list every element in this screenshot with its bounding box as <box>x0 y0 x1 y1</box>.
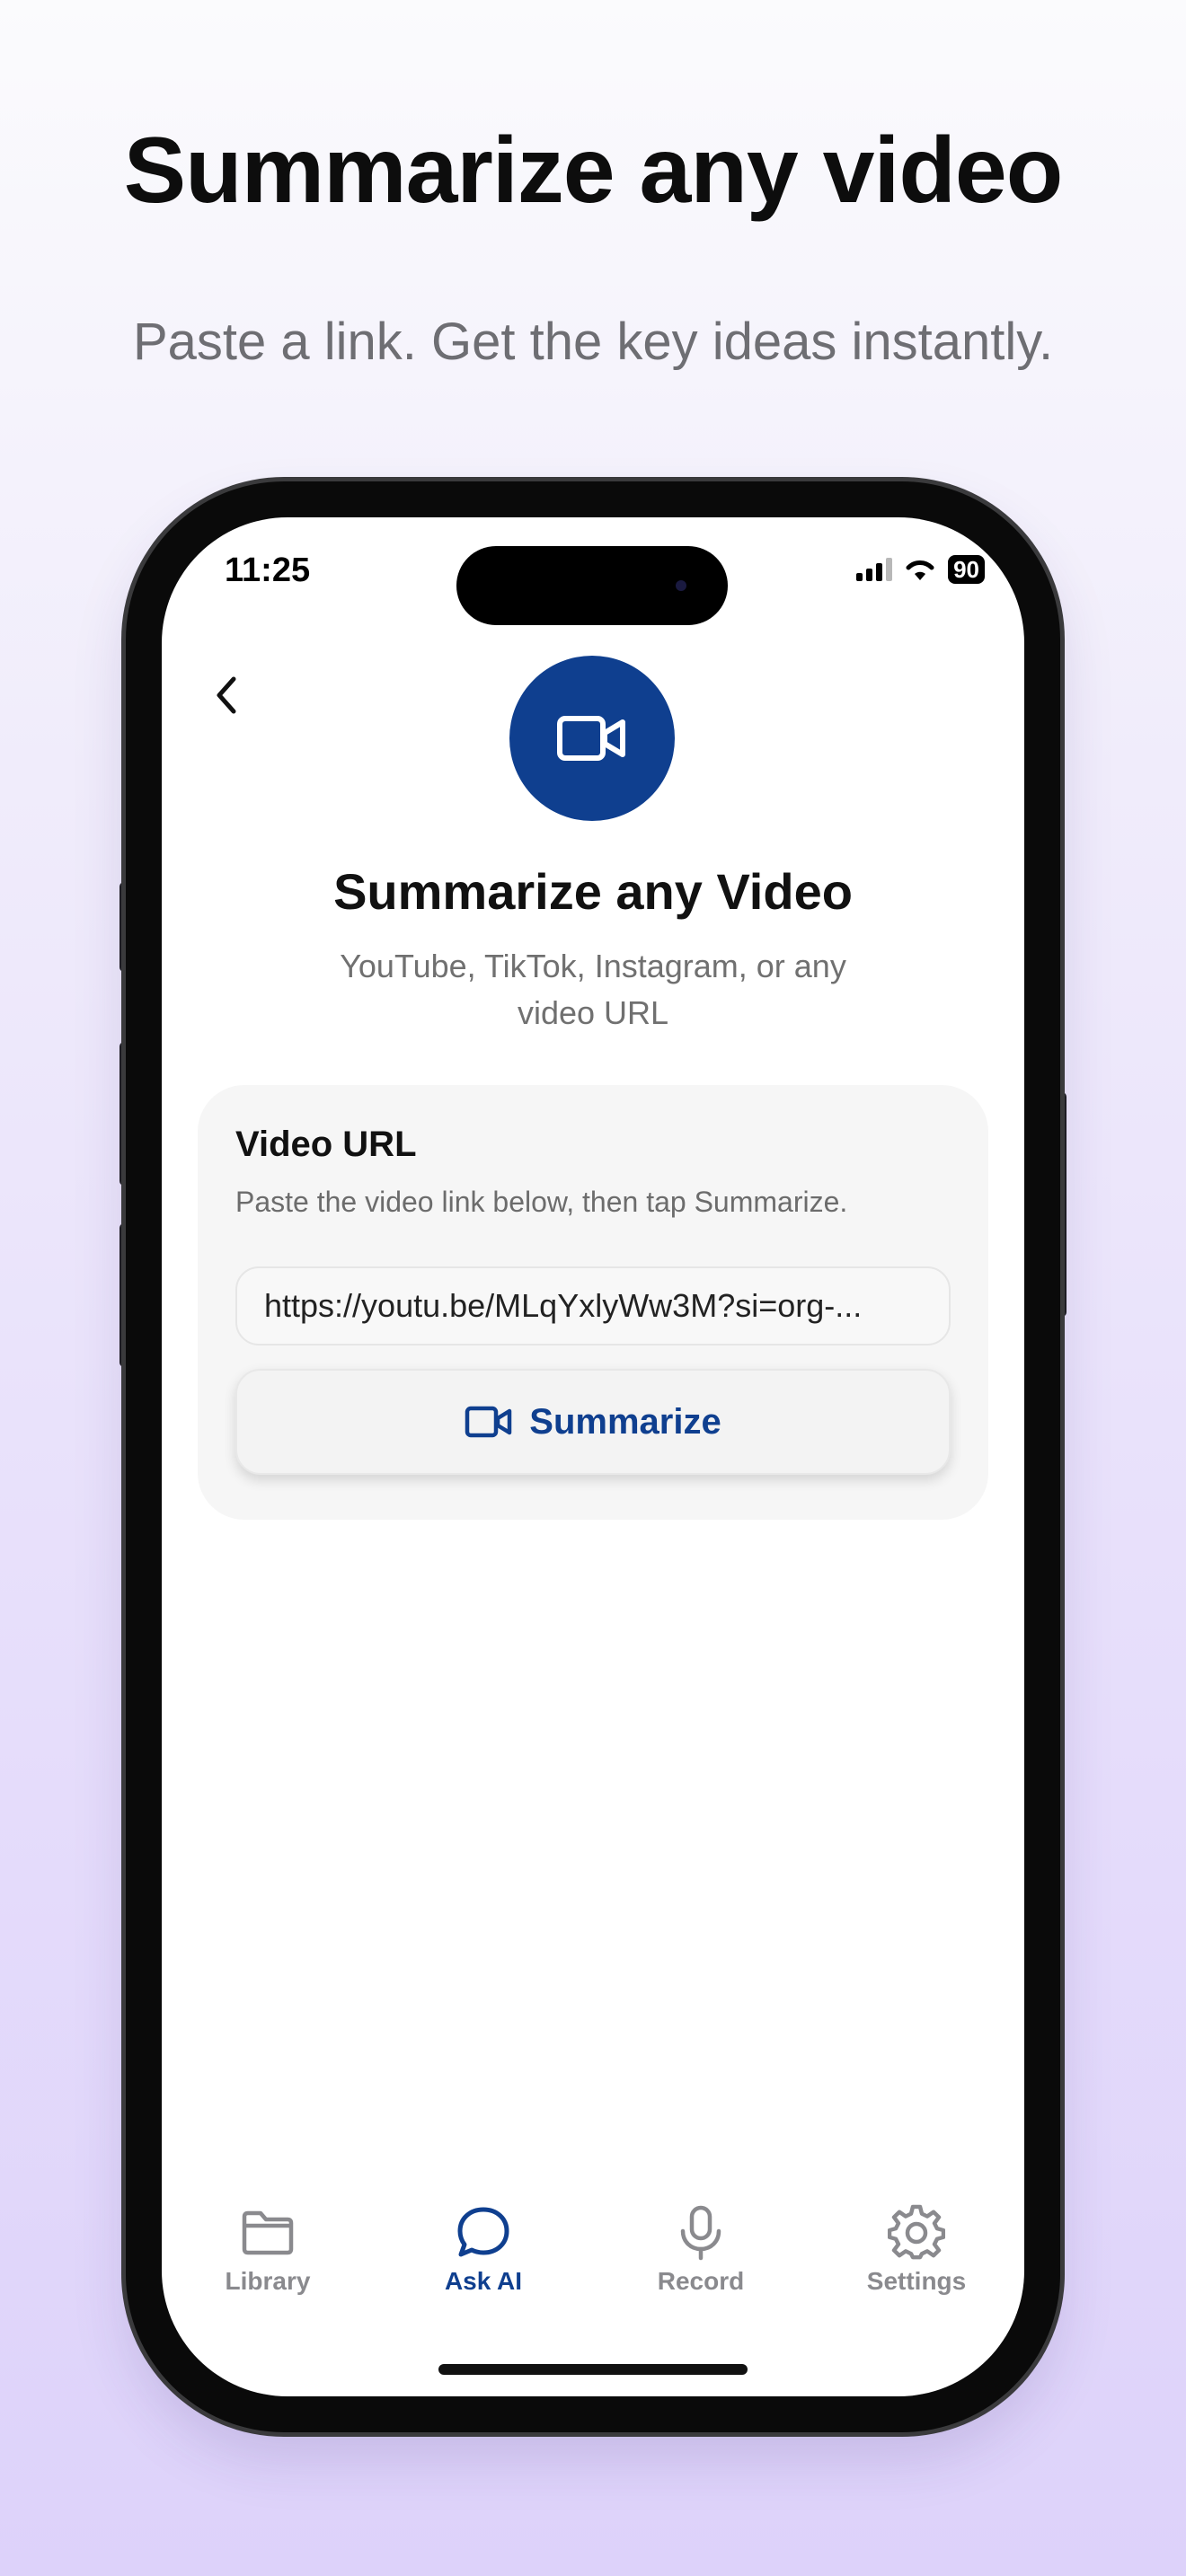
home-indicator <box>438 2364 748 2375</box>
battery-icon: 90 <box>948 555 985 584</box>
screen-subtitle: YouTube, TikTok, Instagram, or any video… <box>340 948 846 1031</box>
summarize-button-label: Summarize <box>529 1401 721 1442</box>
phone-frame: 11:25 90 Summarize any Video YouTube, Ti… <box>126 481 1060 2432</box>
back-button[interactable] <box>199 668 253 722</box>
marketing-headline: Summarize any video <box>123 119 1064 223</box>
tab-settings[interactable]: Settings <box>827 2204 1006 2296</box>
status-indicators: 90 <box>856 555 985 584</box>
video-hero-badge <box>509 656 675 821</box>
chat-bubble-icon <box>457 2207 509 2257</box>
video-camera-icon <box>557 716 625 761</box>
marketing-subheadline: Paste a link. Get the key ideas instantl… <box>132 313 1054 371</box>
card-help-text: Paste the video link below, then tap Sum… <box>235 1186 848 1218</box>
tab-library[interactable]: Library <box>178 2204 358 2296</box>
phone-screen: 11:25 90 Summarize any Video YouTube, Ti… <box>162 517 1024 2396</box>
camera-icon <box>676 580 686 591</box>
video-url-card: Video URL Paste the video link below, th… <box>198 1085 988 1520</box>
microphone-icon <box>680 2205 721 2261</box>
tab-label: Record <box>657 2267 745 2295</box>
screen-title: Summarize any Video <box>333 863 853 920</box>
video-url-input[interactable] <box>235 1266 951 1345</box>
tab-record[interactable]: Record <box>611 2204 791 2296</box>
tab-label: Ask AI <box>444 2267 523 2295</box>
video-camera-icon <box>465 1406 512 1438</box>
card-title: Video URL <box>235 1125 417 1164</box>
cellular-signal-icon <box>856 558 893 581</box>
summarize-button[interactable]: Summarize <box>235 1369 951 1475</box>
gear-icon <box>888 2204 945 2260</box>
tab-label: Settings <box>866 2267 967 2295</box>
tab-ask-ai[interactable]: Ask AI <box>394 2204 573 2296</box>
folder-icon <box>242 2210 294 2255</box>
status-time: 11:25 <box>225 551 311 589</box>
chevron-left-icon <box>217 676 236 714</box>
dynamic-island <box>456 546 728 625</box>
tab-label: Library <box>225 2267 311 2295</box>
tab-bar: Library Ask AI Record Settings <box>162 2204 1024 2321</box>
wifi-icon <box>906 560 934 580</box>
